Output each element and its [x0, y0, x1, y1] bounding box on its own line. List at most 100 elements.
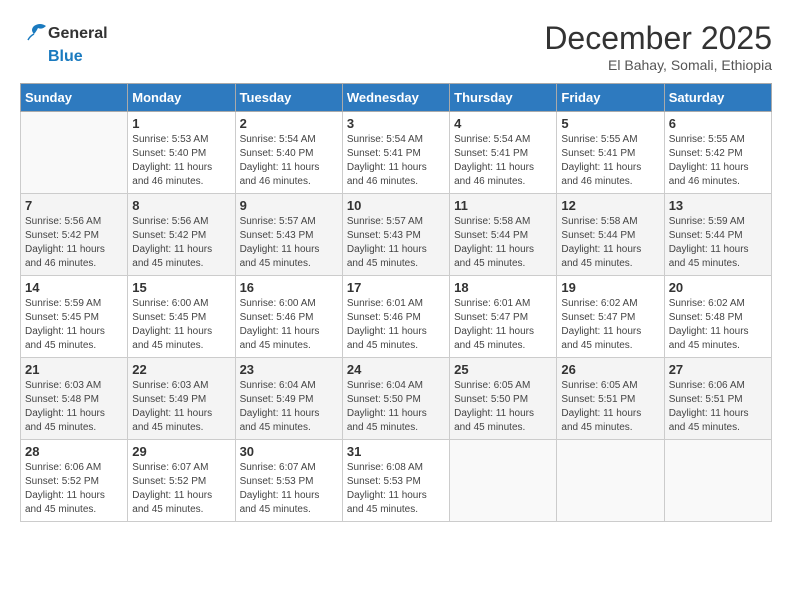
calendar-cell: 4 Sunrise: 5:54 AM Sunset: 5:41 PM Daylig…	[450, 112, 557, 194]
day-info: Sunrise: 5:54 AM Sunset: 5:41 PM Dayligh…	[454, 133, 552, 189]
day-info: Sunrise: 6:02 AM Sunset: 5:48 PM Dayligh…	[669, 297, 767, 353]
calendar-cell: 27Sunrise: 6:06 AM Sunset: 5:51 PM Dayli…	[664, 358, 771, 440]
day-number: 31	[347, 444, 445, 459]
day-of-week-tuesday: Tuesday	[235, 84, 342, 112]
day-info: Sunrise: 6:00 AM Sunset: 5:45 PM Dayligh…	[132, 297, 230, 353]
day-number: 18	[454, 280, 552, 295]
calendar-week-row: 14Sunrise: 5:59 AM Sunset: 5:45 PM Dayli…	[21, 276, 772, 358]
day-info: Sunrise: 6:04 AM Sunset: 5:50 PM Dayligh…	[347, 379, 445, 435]
day-info: Sunrise: 5:55 AM Sunset: 5:42 PM Dayligh…	[669, 133, 767, 189]
day-number: 20	[669, 280, 767, 295]
calendar-cell: 17 Sunrise: 6:01 AM Sunset: 5:46 PM Dayli…	[342, 276, 449, 358]
day-info: Sunrise: 6:05 AM Sunset: 5:51 PM Dayligh…	[561, 379, 659, 435]
day-info: Sunrise: 5:55 AM Sunset: 5:41 PM Dayligh…	[561, 133, 659, 189]
day-of-week-monday: Monday	[128, 84, 235, 112]
location: El Bahay, Somali, Ethiopia	[544, 57, 772, 73]
calendar-cell: 5 Sunrise: 5:55 AM Sunset: 5:41 PM Daylig…	[557, 112, 664, 194]
day-number: 21	[25, 362, 123, 377]
calendar-cell: 30 Sunrise: 6:07 AM Sunset: 5:53 PM Dayli…	[235, 440, 342, 522]
day-info: Sunrise: 5:58 AM Sunset: 5:44 PM Dayligh…	[454, 215, 552, 271]
day-number: 8	[132, 198, 230, 213]
month-title: December 2025	[544, 20, 772, 57]
day-number: 6	[669, 116, 767, 131]
day-info: Sunrise: 6:06 AM Sunset: 5:51 PM Dayligh…	[669, 379, 767, 435]
calendar-week-row: 28Sunrise: 6:06 AM Sunset: 5:52 PM Dayli…	[21, 440, 772, 522]
calendar-cell: 25Sunrise: 6:05 AM Sunset: 5:50 PM Dayli…	[450, 358, 557, 440]
day-info: Sunrise: 5:57 AM Sunset: 5:43 PM Dayligh…	[347, 215, 445, 271]
calendar-cell: 20 Sunrise: 6:02 AM Sunset: 5:48 PM Dayli…	[664, 276, 771, 358]
calendar-cell: 12 Sunrise: 5:58 AM Sunset: 5:44 PM Dayli…	[557, 194, 664, 276]
logo: General Blue	[20, 20, 108, 66]
day-number: 23	[240, 362, 338, 377]
calendar-cell: 24Sunrise: 6:04 AM Sunset: 5:50 PM Dayli…	[342, 358, 449, 440]
day-info: Sunrise: 6:04 AM Sunset: 5:49 PM Dayligh…	[240, 379, 338, 435]
day-info: Sunrise: 5:54 AM Sunset: 5:40 PM Dayligh…	[240, 133, 338, 189]
calendar-cell	[450, 440, 557, 522]
day-number: 30	[240, 444, 338, 459]
calendar-week-row: 7 Sunrise: 5:56 AM Sunset: 5:42 PM Daylig…	[21, 194, 772, 276]
calendar-cell: 1Sunrise: 5:53 AM Sunset: 5:40 PM Daylig…	[128, 112, 235, 194]
logo-text-general: General	[48, 25, 108, 43]
calendar-cell	[664, 440, 771, 522]
page-header: General Blue December 2025 El Bahay, Som…	[20, 20, 772, 73]
day-info: Sunrise: 5:58 AM Sunset: 5:44 PM Dayligh…	[561, 215, 659, 271]
calendar-cell: 22 Sunrise: 6:03 AM Sunset: 5:49 PM Dayli…	[128, 358, 235, 440]
calendar-cell: 2 Sunrise: 5:54 AM Sunset: 5:40 PM Daylig…	[235, 112, 342, 194]
calendar-header-row: SundayMondayTuesdayWednesdayThursdayFrid…	[21, 84, 772, 112]
day-number: 4	[454, 116, 552, 131]
day-info: Sunrise: 6:08 AM Sunset: 5:53 PM Dayligh…	[347, 461, 445, 517]
calendar-week-row: 1Sunrise: 5:53 AM Sunset: 5:40 PM Daylig…	[21, 112, 772, 194]
day-number: 10	[347, 198, 445, 213]
day-info: Sunrise: 6:01 AM Sunset: 5:46 PM Dayligh…	[347, 297, 445, 353]
day-info: Sunrise: 6:02 AM Sunset: 5:47 PM Dayligh…	[561, 297, 659, 353]
day-info: Sunrise: 5:59 AM Sunset: 5:44 PM Dayligh…	[669, 215, 767, 271]
day-number: 7	[25, 198, 123, 213]
calendar-cell: 31 Sunrise: 6:08 AM Sunset: 5:53 PM Dayli…	[342, 440, 449, 522]
title-block: December 2025 El Bahay, Somali, Ethiopia	[544, 20, 772, 73]
day-number: 5	[561, 116, 659, 131]
logo-text-blue: Blue	[48, 48, 108, 66]
day-of-week-wednesday: Wednesday	[342, 84, 449, 112]
calendar-cell: 14Sunrise: 5:59 AM Sunset: 5:45 PM Dayli…	[21, 276, 128, 358]
calendar-cell: 6 Sunrise: 5:55 AM Sunset: 5:42 PM Daylig…	[664, 112, 771, 194]
day-number: 26	[561, 362, 659, 377]
day-number: 16	[240, 280, 338, 295]
day-number: 22	[132, 362, 230, 377]
day-info: Sunrise: 5:56 AM Sunset: 5:42 PM Dayligh…	[132, 215, 230, 271]
calendar-cell	[557, 440, 664, 522]
day-number: 29	[132, 444, 230, 459]
calendar-cell: 8 Sunrise: 5:56 AM Sunset: 5:42 PM Daylig…	[128, 194, 235, 276]
calendar-cell: 19Sunrise: 6:02 AM Sunset: 5:47 PM Dayli…	[557, 276, 664, 358]
calendar-cell: 16 Sunrise: 6:00 AM Sunset: 5:46 PM Dayli…	[235, 276, 342, 358]
calendar-week-row: 21 Sunrise: 6:03 AM Sunset: 5:48 PM Dayli…	[21, 358, 772, 440]
day-number: 2	[240, 116, 338, 131]
calendar-cell: 29Sunrise: 6:07 AM Sunset: 5:52 PM Dayli…	[128, 440, 235, 522]
day-number: 9	[240, 198, 338, 213]
day-number: 11	[454, 198, 552, 213]
calendar-cell: 13 Sunrise: 5:59 AM Sunset: 5:44 PM Dayli…	[664, 194, 771, 276]
calendar-cell: 7Sunrise: 5:56 AM Sunset: 5:42 PM Daylig…	[21, 194, 128, 276]
day-of-week-sunday: Sunday	[21, 84, 128, 112]
calendar-cell: 26 Sunrise: 6:05 AM Sunset: 5:51 PM Dayli…	[557, 358, 664, 440]
calendar-cell: 21 Sunrise: 6:03 AM Sunset: 5:48 PM Dayli…	[21, 358, 128, 440]
calendar-cell: 23 Sunrise: 6:04 AM Sunset: 5:49 PM Dayli…	[235, 358, 342, 440]
calendar-table: SundayMondayTuesdayWednesdayThursdayFrid…	[20, 83, 772, 522]
day-number: 15	[132, 280, 230, 295]
calendar-cell: 9 Sunrise: 5:57 AM Sunset: 5:43 PM Daylig…	[235, 194, 342, 276]
day-number: 12	[561, 198, 659, 213]
day-info: Sunrise: 6:03 AM Sunset: 5:49 PM Dayligh…	[132, 379, 230, 435]
day-info: Sunrise: 6:01 AM Sunset: 5:47 PM Dayligh…	[454, 297, 552, 353]
calendar-cell: 3Sunrise: 5:54 AM Sunset: 5:41 PM Daylig…	[342, 112, 449, 194]
day-number: 13	[669, 198, 767, 213]
calendar-cell	[21, 112, 128, 194]
day-of-week-saturday: Saturday	[664, 84, 771, 112]
day-info: Sunrise: 6:07 AM Sunset: 5:53 PM Dayligh…	[240, 461, 338, 517]
day-number: 3	[347, 116, 445, 131]
day-info: Sunrise: 6:03 AM Sunset: 5:48 PM Dayligh…	[25, 379, 123, 435]
day-info: Sunrise: 6:00 AM Sunset: 5:46 PM Dayligh…	[240, 297, 338, 353]
calendar-cell: 18 Sunrise: 6:01 AM Sunset: 5:47 PM Dayli…	[450, 276, 557, 358]
day-info: Sunrise: 5:59 AM Sunset: 5:45 PM Dayligh…	[25, 297, 123, 353]
day-info: Sunrise: 5:57 AM Sunset: 5:43 PM Dayligh…	[240, 215, 338, 271]
day-number: 1	[132, 116, 230, 131]
day-number: 17	[347, 280, 445, 295]
